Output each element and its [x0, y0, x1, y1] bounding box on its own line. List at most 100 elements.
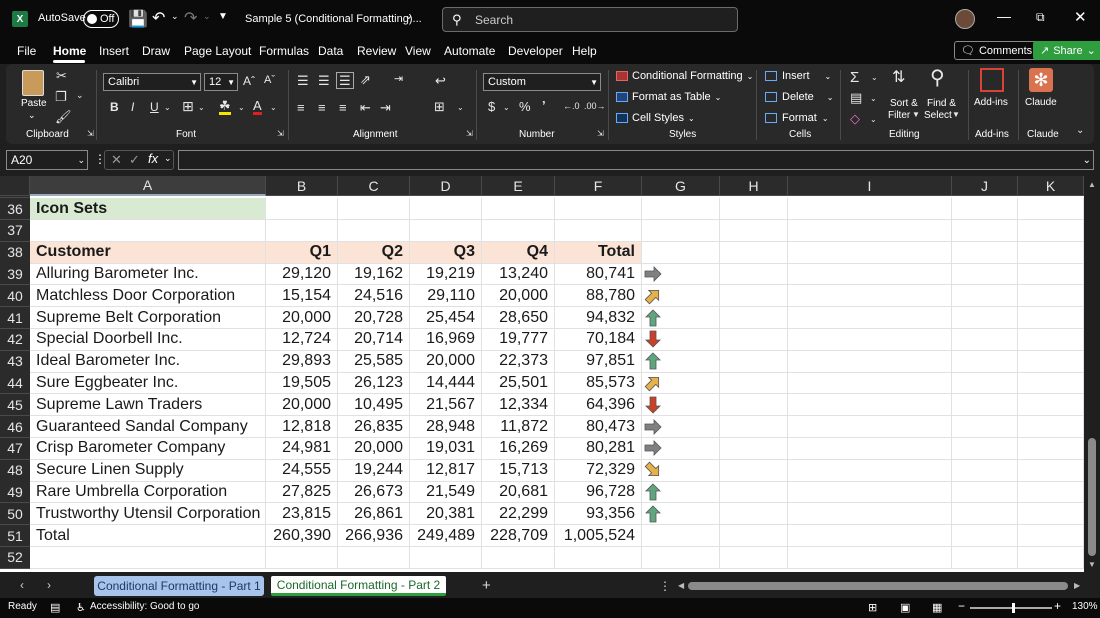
cell[interactable] — [642, 263, 720, 285]
cell[interactable] — [1018, 394, 1084, 416]
row-header[interactable]: 50 — [0, 503, 30, 526]
select-all-corner[interactable] — [0, 176, 30, 196]
column-header-c[interactable]: C — [338, 176, 410, 196]
cell[interactable]: 26,835 — [338, 416, 410, 437]
column-header-g[interactable]: G — [642, 176, 720, 196]
cell[interactable]: 26,673 — [338, 481, 410, 503]
cell[interactable]: 19,031 — [410, 437, 482, 459]
currency-icon[interactable]: $ — [488, 100, 495, 113]
cell[interactable] — [410, 546, 482, 568]
copy-dropdown-icon[interactable]: ⌄ — [76, 91, 84, 100]
cell[interactable]: 72,329 — [555, 459, 642, 481]
cell[interactable] — [952, 307, 1018, 328]
cell[interactable]: 12,817 — [410, 459, 482, 481]
document-title[interactable]: Sample 5 (Conditional Formatting)... — [245, 13, 422, 25]
page-break-view-icon[interactable]: ▦ — [932, 601, 942, 614]
cell[interactable] — [642, 481, 720, 503]
cell[interactable] — [642, 525, 720, 546]
cell[interactable]: 24,981 — [266, 437, 338, 459]
cell[interactable] — [720, 546, 788, 568]
cell[interactable] — [788, 198, 952, 219]
font-color-dropdown-icon[interactable]: ⌄ — [270, 104, 277, 112]
accessibility-icon[interactable]: ♿ — [76, 601, 86, 614]
cell[interactable] — [266, 219, 338, 241]
formula-input[interactable]: ⌄ — [178, 150, 1094, 170]
section-title[interactable]: Icon Sets — [30, 198, 266, 219]
cell[interactable] — [952, 459, 1018, 481]
column-header-cell[interactable]: Q4 — [482, 241, 555, 263]
cell[interactable]: 19,244 — [338, 459, 410, 481]
cell[interactable] — [720, 263, 788, 285]
cell[interactable]: 15,154 — [266, 285, 338, 307]
row-header[interactable]: 44 — [0, 372, 30, 395]
vertical-scrollbar[interactable]: ▲ ▼ — [1084, 176, 1100, 572]
cell[interactable] — [788, 394, 952, 416]
spreadsheet-grid[interactable]: A B C D E F G H I J K 36 Icon Sets 37 38 Cus… — [0, 176, 1084, 572]
cell[interactable]: Supreme Belt Corporation — [30, 307, 266, 328]
clear-icon[interactable]: ◇ — [850, 112, 860, 125]
sort-filter-dropdown-icon[interactable]: ▼ — [912, 111, 920, 119]
cell[interactable]: 96,728 — [555, 481, 642, 503]
find-select-label-1[interactable]: Find & — [927, 98, 956, 109]
copy-icon[interactable]: ❐ — [55, 90, 67, 103]
insert-function-icon[interactable]: fx — [148, 151, 158, 166]
cell[interactable] — [642, 198, 720, 219]
delete-cells-button[interactable]: Delete ⌄ — [765, 91, 834, 103]
align-right-icon[interactable]: ≡ — [339, 101, 347, 114]
cell[interactable] — [1018, 241, 1084, 263]
cell[interactable] — [720, 350, 788, 372]
underline-dropdown-icon[interactable]: ⌄ — [164, 104, 171, 112]
cell-styles-button[interactable]: Cell Styles ⌄ — [616, 112, 695, 124]
row-header[interactable]: 46 — [0, 416, 30, 438]
row-header[interactable]: 36 — [0, 198, 30, 220]
horizontal-scroll-thumb[interactable] — [688, 582, 1068, 590]
find-select-icon[interactable]: ⚲ — [930, 68, 945, 88]
cell[interactable] — [642, 503, 720, 525]
tab-review[interactable]: Review — [357, 44, 396, 58]
cell[interactable] — [1018, 328, 1084, 350]
cell[interactable]: 28,650 — [482, 307, 555, 328]
cell[interactable] — [788, 459, 952, 481]
cell[interactable] — [30, 219, 266, 241]
prev-sheet-icon[interactable]: ‹ — [20, 578, 24, 592]
cell[interactable] — [642, 546, 720, 568]
cell[interactable] — [788, 263, 952, 285]
format-painter-icon[interactable]: 🖌 — [55, 110, 72, 123]
increase-font-icon[interactable]: Aˆ — [243, 75, 255, 87]
cell[interactable]: 13,240 — [482, 263, 555, 285]
column-header-cell[interactable]: Q2 — [338, 241, 410, 263]
cell[interactable]: 29,120 — [266, 263, 338, 285]
normal-view-icon[interactable]: ⊞ — [868, 601, 877, 614]
cell[interactable]: 20,714 — [338, 328, 410, 350]
cell[interactable]: 19,162 — [338, 263, 410, 285]
find-select-label-2[interactable]: Select — [924, 110, 952, 121]
cell[interactable]: 94,832 — [555, 307, 642, 328]
cell[interactable] — [952, 198, 1018, 219]
cell[interactable]: 20,000 — [338, 437, 410, 459]
macro-record-icon[interactable]: ▤ — [50, 601, 60, 614]
cell[interactable] — [1018, 307, 1084, 328]
cell[interactable]: 12,818 — [266, 416, 338, 437]
total-cell[interactable]: Total — [30, 525, 266, 546]
cell[interactable]: 25,501 — [482, 372, 555, 394]
cell[interactable] — [1018, 481, 1084, 503]
cell[interactable] — [1018, 219, 1084, 241]
cell[interactable] — [1018, 459, 1084, 481]
cell[interactable]: Trustworthy Utensil Corporation — [30, 503, 266, 525]
decrease-font-icon[interactable]: Aˇ — [264, 75, 275, 86]
borders-dropdown-icon[interactable]: ⌄ — [198, 104, 205, 112]
comma-icon[interactable]: ’ — [542, 99, 546, 112]
cell[interactable]: 10,495 — [338, 394, 410, 416]
align-middle-icon[interactable]: ☰ — [318, 74, 330, 87]
claude-button-label[interactable]: Claude — [1025, 97, 1057, 108]
format-as-table-button[interactable]: Format as Table ⌄ — [616, 91, 721, 103]
cell[interactable] — [952, 437, 1018, 459]
cell[interactable]: 21,549 — [410, 481, 482, 503]
cell[interactable] — [720, 219, 788, 241]
search-box[interactable]: ⚲ Search — [442, 7, 738, 32]
cell[interactable] — [482, 198, 555, 219]
cell[interactable] — [482, 546, 555, 568]
next-sheet-icon[interactable]: › — [47, 578, 51, 592]
addins-icon[interactable] — [980, 68, 1004, 92]
orientation-icon[interactable]: ⇗ — [360, 73, 371, 86]
